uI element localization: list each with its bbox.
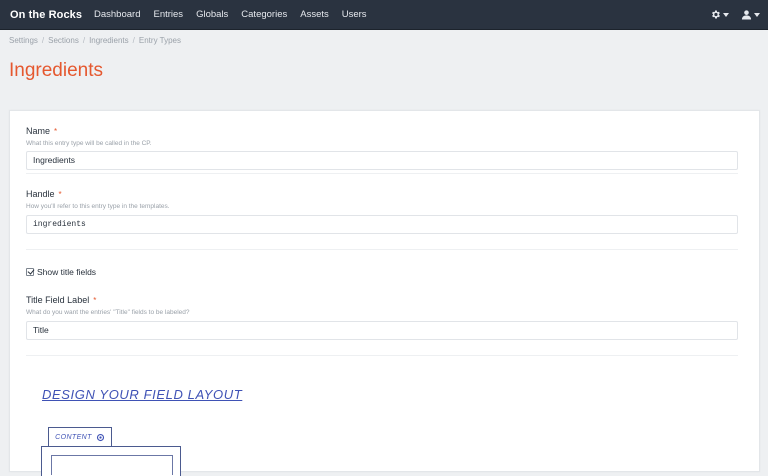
main-nav: Dashboard Entries Globals Categories Ass… xyxy=(94,0,380,29)
handle-field-label: Handle * xyxy=(26,189,62,199)
name-field-label: Name * xyxy=(26,126,57,136)
breadcrumb-ingredients[interactable]: Ingredients xyxy=(89,36,129,45)
tab-content-body xyxy=(41,446,181,476)
user-menu-button[interactable] xyxy=(741,9,760,20)
show-title-fields-row[interactable]: Show title fields xyxy=(26,267,96,277)
nav-globals[interactable]: Globals xyxy=(196,0,228,29)
header-tools xyxy=(698,0,760,29)
handle-instructions: How you'll refer to this entry type in t… xyxy=(26,203,170,210)
top-navigation-bar: On the Rocks Dashboard Entries Globals C… xyxy=(0,0,768,30)
tab-content-label: CONTENT xyxy=(55,433,92,441)
nav-categories[interactable]: Categories xyxy=(241,0,287,29)
user-icon xyxy=(741,10,752,20)
gear-icon[interactable] xyxy=(96,433,105,442)
breadcrumb: Settings / Sections / Ingredients / Entr… xyxy=(9,36,181,45)
field-layout-designer: DESIGN YOUR FIELD LAYOUT CONTENT xyxy=(26,379,738,476)
title-label-text: Title Field Label xyxy=(26,295,90,305)
show-title-fields-checkbox[interactable] xyxy=(26,268,34,276)
required-indicator: * xyxy=(93,296,97,305)
nav-assets[interactable]: Assets xyxy=(300,0,329,29)
field-divider xyxy=(26,173,738,174)
name-input[interactable]: Ingredients xyxy=(26,151,738,170)
field-divider xyxy=(26,249,738,250)
tab-content[interactable]: CONTENT xyxy=(48,427,112,446)
main-pane: Name * What this entry type will be calle… xyxy=(9,110,760,476)
breadcrumb-separator: / xyxy=(82,36,86,45)
breadcrumb-sections[interactable]: Sections xyxy=(48,36,79,45)
nav-entries[interactable]: Entries xyxy=(153,0,183,29)
breadcrumb-separator: / xyxy=(41,36,45,45)
settings-menu-button[interactable] xyxy=(710,9,729,20)
name-label-text: Name xyxy=(26,126,51,136)
show-title-fields-label: Show title fields xyxy=(37,267,97,277)
chevron-down-icon xyxy=(723,12,729,17)
handle-label-text: Handle xyxy=(26,189,55,199)
handle-input[interactable]: ingredients xyxy=(26,215,738,234)
nav-dashboard[interactable]: Dashboard xyxy=(94,0,140,29)
required-indicator: * xyxy=(58,190,62,199)
chevron-down-icon xyxy=(754,12,760,17)
required-indicator: * xyxy=(54,127,58,136)
designer-title: DESIGN YOUR FIELD LAYOUT xyxy=(42,387,243,402)
name-instructions: What this entry type will be called in t… xyxy=(26,140,152,147)
nav-users[interactable]: Users xyxy=(342,0,367,29)
breadcrumb-separator: / xyxy=(132,36,135,45)
breadcrumb-entry-types[interactable]: Entry Types xyxy=(139,36,181,45)
title-label-instructions: What do you want the entries' "Title" fi… xyxy=(26,309,190,316)
title-label-field-label: Title Field Label * xyxy=(26,295,96,305)
title-label-input[interactable]: Title xyxy=(26,321,738,340)
gear-icon xyxy=(712,10,720,19)
field-divider xyxy=(26,355,738,356)
page-title: Ingredients xyxy=(9,60,104,81)
field-drop-zone[interactable] xyxy=(51,455,173,475)
breadcrumb-settings[interactable]: Settings xyxy=(9,36,38,45)
site-name[interactable]: On the Rocks xyxy=(10,9,82,21)
